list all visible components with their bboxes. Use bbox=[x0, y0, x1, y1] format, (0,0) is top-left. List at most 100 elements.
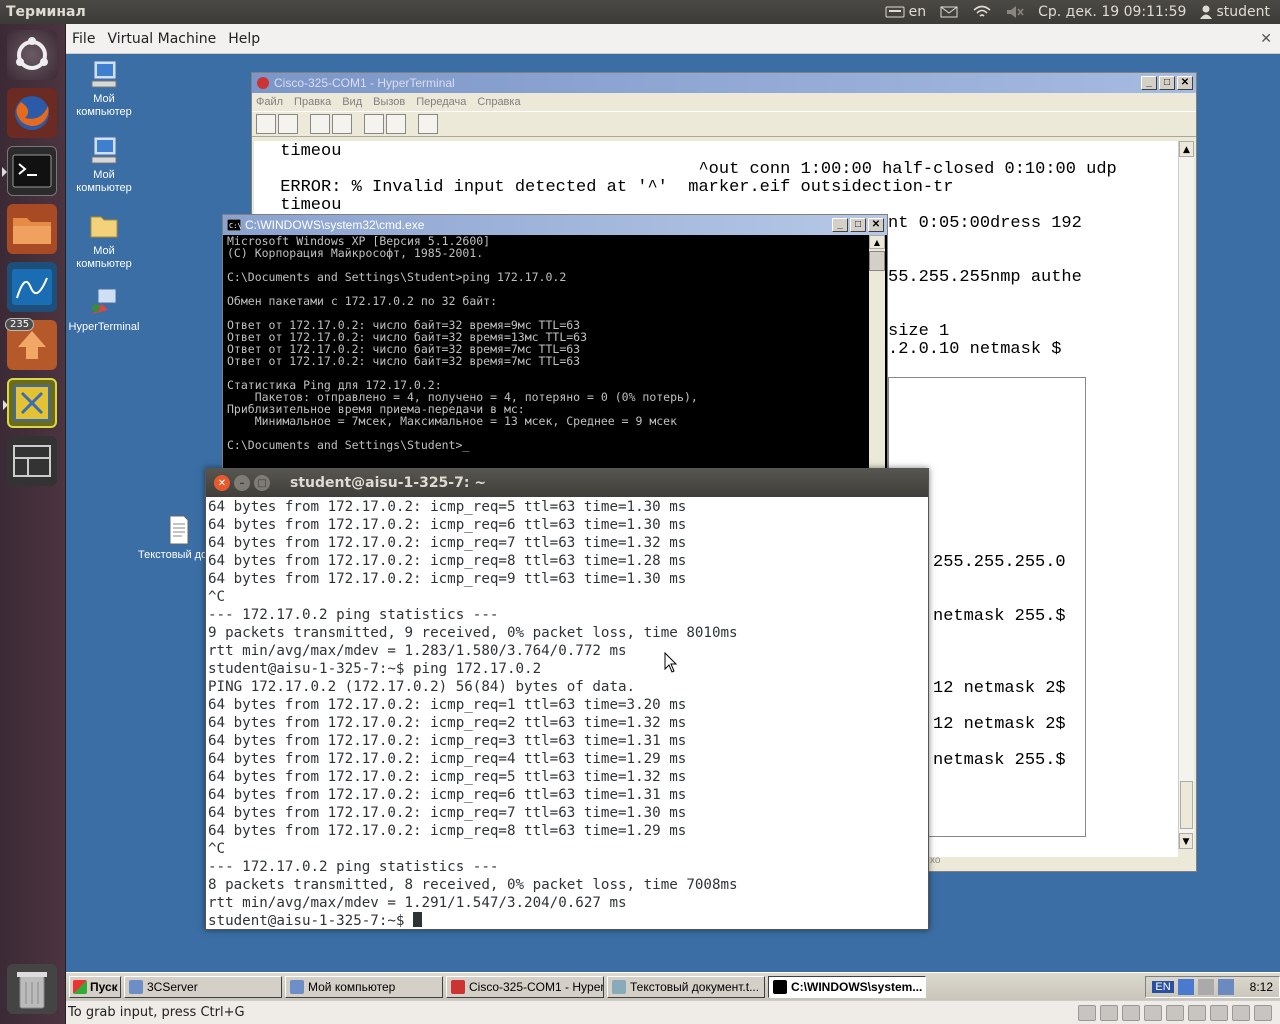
terminal-line: 8 packets transmitted, 8 received, 0% pa… bbox=[208, 877, 738, 893]
cmd-scrollbar[interactable]: ▲ bbox=[869, 235, 885, 471]
terminal-titlebar[interactable]: ✕ – □ student@aisu-1-325-7: ~ bbox=[206, 469, 928, 497]
clock[interactable]: Ср. дек. 19 09:11:59 bbox=[1038, 4, 1186, 20]
shared-folder-icon[interactable] bbox=[1210, 1004, 1228, 1021]
update-manager-launcher[interactable]: 235 bbox=[5, 318, 57, 370]
file-menu[interactable]: File bbox=[66, 31, 101, 47]
scroll-down-arrow-icon[interactable]: ▼ bbox=[1179, 833, 1193, 849]
terminal-line: ERROR: % Invalid input detected at '^' m… bbox=[270, 178, 954, 197]
firefox-launcher[interactable] bbox=[7, 88, 57, 138]
scroll-thumb[interactable] bbox=[1180, 781, 1193, 829]
minimize-button[interactable]: – bbox=[234, 475, 250, 491]
tray-clock[interactable]: 8:12 bbox=[1250, 980, 1273, 994]
wifi-icon[interactable] bbox=[972, 5, 992, 19]
taskbar-my-computer[interactable]: Мой компьютер bbox=[285, 975, 443, 998]
phone-icon[interactable] bbox=[310, 114, 330, 134]
new-connection-icon[interactable] bbox=[256, 114, 276, 134]
user-icon bbox=[1200, 5, 1213, 19]
volume-muted-icon[interactable] bbox=[1006, 5, 1024, 19]
start-button[interactable]: Пуск bbox=[69, 975, 121, 998]
user-menu[interactable]: student bbox=[1200, 4, 1270, 20]
menu-call[interactable]: Вызов bbox=[373, 96, 405, 108]
cmd-titlebar[interactable]: C:\ C:\WINDOWS\system32\cmd.exe _ □ ✕ bbox=[223, 215, 887, 235]
properties-icon[interactable] bbox=[418, 114, 438, 134]
files-launcher[interactable] bbox=[7, 204, 57, 254]
help-menu[interactable]: Help bbox=[222, 31, 266, 47]
hyperterminal-menubar: Файл Правка Вид Вызов Передача Справка bbox=[252, 93, 1196, 111]
scroll-up-arrow-icon[interactable]: ▲ bbox=[869, 235, 885, 249]
wireshark-icon bbox=[12, 269, 52, 305]
cmd-output[interactable]: Microsoft Windows XP [Версия 5.1.2600] (С… bbox=[227, 235, 869, 471]
terminal-fragment: netmask 255.$ bbox=[933, 751, 1066, 770]
scroll-thumb[interactable] bbox=[869, 251, 885, 271]
display-icon[interactable] bbox=[1232, 1004, 1250, 1021]
taskbar-cmd[interactable]: C:\WINDOWS\system... bbox=[768, 975, 926, 998]
minimize-button[interactable]: _ bbox=[1141, 76, 1157, 90]
desktop-icon-hyperterminal[interactable]: HyperTerminal bbox=[64, 286, 144, 334]
dash-home-button[interactable] bbox=[7, 30, 57, 80]
network-icon[interactable] bbox=[1177, 978, 1194, 995]
menu-help[interactable]: Справка bbox=[477, 96, 520, 108]
cd-icon[interactable] bbox=[1100, 1004, 1118, 1021]
hyperterminal-icon bbox=[92, 288, 117, 314]
open-icon[interactable] bbox=[278, 114, 298, 134]
terminal-fragment: 12 netmask 2$ bbox=[933, 715, 1066, 734]
terminal-fragment: 55.255.255nmp authe bbox=[888, 268, 1082, 287]
taskbar-hyperterminal[interactable]: Cisco-325-COM1 - Hyper... bbox=[446, 975, 604, 998]
wireshark-launcher[interactable] bbox=[7, 262, 57, 312]
scroll-up-arrow-icon[interactable]: ▲ bbox=[1179, 141, 1194, 157]
hdd-icon[interactable] bbox=[1078, 1004, 1096, 1021]
network-adapter-2-icon[interactable] bbox=[1166, 1004, 1184, 1021]
virtualbox-launcher[interactable] bbox=[3, 378, 57, 428]
hyperterminal-toolbar bbox=[252, 111, 1196, 137]
window-close-icon[interactable]: ✕ bbox=[1254, 31, 1278, 47]
gnome-terminal-window[interactable]: ✕ – □ student@aisu-1-325-7: ~ 64 bytes f… bbox=[205, 468, 929, 930]
desktop-icon-label: Мой компьютер bbox=[76, 245, 132, 270]
usb-icon[interactable] bbox=[1188, 1004, 1206, 1021]
vbox-statusbar: To grab input, press Ctrl+G bbox=[66, 1000, 1280, 1024]
maximize-button[interactable]: □ bbox=[850, 218, 866, 232]
desktop-icon-label: Мой компьютер bbox=[76, 93, 132, 118]
machine-menu[interactable]: Virtual Machine bbox=[101, 31, 222, 47]
menu-transfer[interactable]: Передача bbox=[416, 96, 466, 108]
disconnect-icon[interactable] bbox=[332, 114, 352, 134]
terminal-prompt-line[interactable]: student@aisu-1-325-7:~$ bbox=[208, 912, 928, 930]
floppy-icon[interactable] bbox=[1122, 1004, 1140, 1021]
terminal-line: 64 bytes from 172.17.0.2: icmp_req=5 ttl… bbox=[208, 499, 687, 515]
mouse-pointer-icon bbox=[664, 652, 678, 673]
maximize-button[interactable]: □ bbox=[254, 475, 270, 491]
keyboard-icon[interactable]: en bbox=[885, 4, 926, 20]
mouse-integration-icon[interactable] bbox=[1254, 1004, 1272, 1021]
language-indicator[interactable]: EN bbox=[1152, 980, 1174, 993]
taskbar-text-document[interactable]: Текстовый документ.t... bbox=[607, 975, 765, 998]
cmd-icon: C:\ bbox=[227, 219, 241, 231]
mail-icon[interactable] bbox=[940, 6, 958, 18]
send-icon[interactable] bbox=[364, 114, 384, 134]
menu-view[interactable]: Вид bbox=[342, 96, 362, 108]
desktop-icon-my-computer-3[interactable]: Мой компьютер bbox=[64, 210, 144, 271]
hyperterminal-scrollbar[interactable]: ▲ ▼ bbox=[1178, 141, 1194, 849]
desktop-icon-my-computer-1[interactable]: Мой компьютер bbox=[64, 58, 144, 119]
trash-launcher[interactable] bbox=[7, 964, 57, 1014]
hyperterminal-titlebar[interactable]: Cisco-325-COM1 - HyperTerminal _ □ ✕ bbox=[252, 73, 1196, 93]
workspace-switcher[interactable] bbox=[7, 436, 57, 486]
desktop-icon-my-computer-2[interactable]: Мой компьютер bbox=[64, 134, 144, 195]
taskbar-3cserver[interactable]: 3CServer bbox=[124, 975, 282, 998]
terminal-line: ^out conn 1:00:00 half-closed 0:10:00 ud… bbox=[270, 160, 1117, 179]
terminal-launcher[interactable] bbox=[2, 146, 57, 196]
network-adapter-1-icon[interactable] bbox=[1144, 1004, 1162, 1021]
close-button[interactable]: ✕ bbox=[1177, 76, 1193, 90]
receive-icon[interactable] bbox=[386, 114, 406, 134]
vbox-tray-icon[interactable] bbox=[1217, 978, 1234, 995]
menu-edit[interactable]: Правка bbox=[294, 96, 331, 108]
maximize-button[interactable]: □ bbox=[1159, 76, 1175, 90]
tray-app-icon[interactable] bbox=[1197, 978, 1214, 995]
close-button[interactable]: ✕ bbox=[868, 218, 884, 232]
window-title: student@aisu-1-325-7: ~ bbox=[290, 475, 487, 491]
cmd-window[interactable]: C:\ C:\WINDOWS\system32\cmd.exe _ □ ✕ Mi… bbox=[222, 214, 888, 474]
menu-file[interactable]: Файл bbox=[256, 96, 283, 108]
close-button[interactable]: ✕ bbox=[214, 475, 230, 491]
terminal-line: timeou bbox=[270, 142, 342, 161]
minimize-button[interactable]: _ bbox=[832, 218, 848, 232]
terminal-fragment: 12 netmask 2$ bbox=[933, 679, 1066, 698]
terminal-output[interactable]: 64 bytes from 172.17.0.2: icmp_req=5 ttl… bbox=[208, 498, 928, 930]
